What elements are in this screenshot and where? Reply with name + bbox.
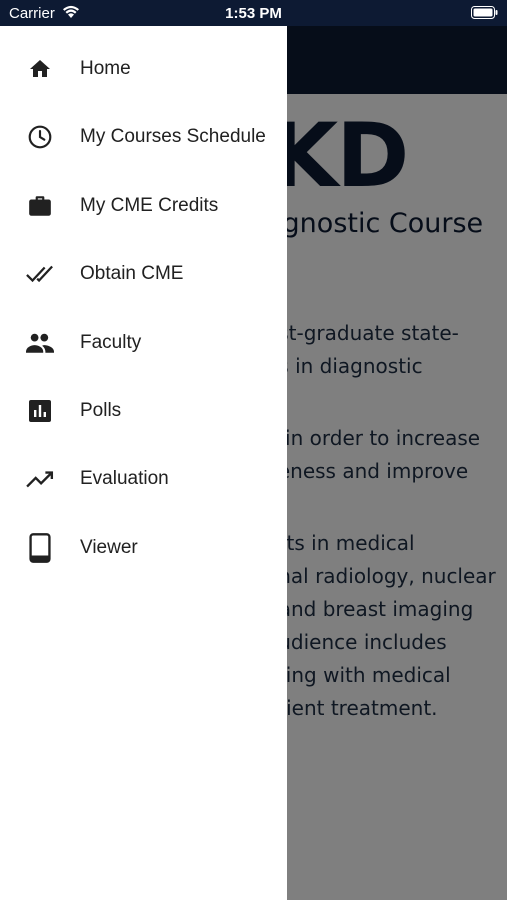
nav-item-my-cme-credits[interactable]: My CME Credits <box>0 178 287 234</box>
nav-item-home[interactable]: Home <box>0 41 287 97</box>
nav-item-evaluation[interactable]: Evaluation <box>0 451 287 507</box>
nav-item-faculty[interactable]: Faculty <box>0 315 287 371</box>
nav-item-label: Faculty <box>80 332 142 353</box>
home-icon <box>26 55 54 83</box>
double-check-icon <box>26 260 54 288</box>
clock-icon <box>26 123 54 151</box>
nav-item-viewer[interactable]: Viewer <box>0 520 287 576</box>
nav-item-label: My CME Credits <box>80 195 219 216</box>
people-icon <box>26 329 54 357</box>
nav-item-label: Home <box>80 58 131 79</box>
status-time: 1:53 PM <box>225 5 282 22</box>
nav-item-label: Viewer <box>80 537 138 558</box>
briefcase-icon <box>26 192 54 220</box>
nav-item-label: Polls <box>80 400 122 421</box>
status-bar: Carrier 1:53 PM <box>0 0 507 26</box>
nav-item-label: Evaluation <box>80 468 169 489</box>
nav-item-label: My Courses Schedule <box>80 126 266 147</box>
nav-item-label: Obtain CME <box>80 263 184 284</box>
nav-item-my-courses-schedule[interactable]: My Courses Schedule <box>0 109 287 165</box>
nav-item-obtain-cme[interactable]: Obtain CME <box>0 246 287 302</box>
nav-item-polls[interactable]: Polls <box>0 383 287 439</box>
battery-icon <box>471 6 498 19</box>
bar-chart-icon <box>26 397 54 425</box>
navigation-drawer: Home My Courses Schedule My CME Credits … <box>0 26 287 900</box>
trending-up-icon <box>26 465 54 493</box>
tablet-icon <box>26 533 54 563</box>
